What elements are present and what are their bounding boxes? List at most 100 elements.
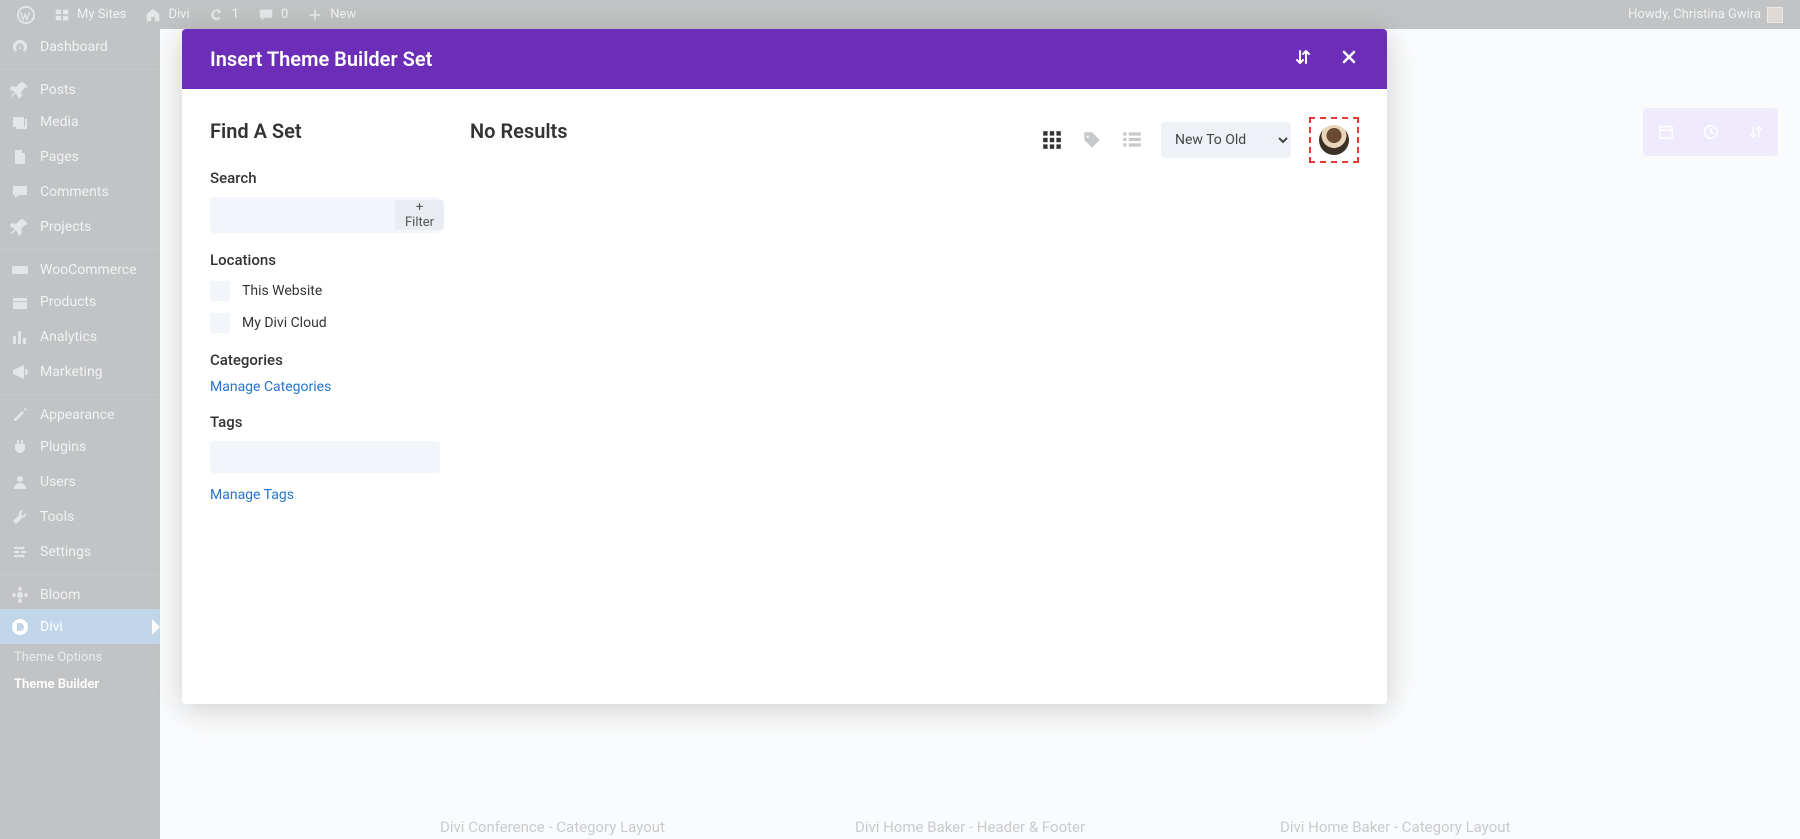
menu-projects[interactable]: Projects: [0, 209, 160, 244]
tag-icon: [1081, 129, 1103, 151]
home-icon: [144, 6, 162, 24]
menu-products[interactable]: Products: [0, 284, 160, 319]
comments[interactable]: 0: [248, 0, 297, 29]
menu-posts[interactable]: Posts: [0, 69, 160, 104]
bg-card-title: Divi Conference - Category Layout: [440, 818, 665, 836]
checkbox[interactable]: [210, 281, 230, 301]
howdy-text: Howdy, Christina Gwira: [1628, 7, 1761, 22]
updates[interactable]: 1: [199, 0, 248, 29]
insert-set-modal: Insert Theme Builder Set Find A Set Sear…: [182, 29, 1387, 704]
divi-icon: [10, 617, 30, 637]
menu-woocommerce[interactable]: WooCommerce: [0, 249, 160, 284]
admin-sidebar: Dashboard Posts Media Pages Comments Pro…: [0, 29, 160, 839]
tag-view-button[interactable]: [1081, 129, 1103, 151]
sort-button[interactable]: [1293, 47, 1313, 71]
manage-tags-link[interactable]: Manage Tags: [210, 487, 440, 503]
comments-count: 0: [281, 7, 288, 22]
tags-input[interactable]: [210, 441, 440, 473]
list-view-button[interactable]: [1121, 129, 1143, 151]
sort-icon: [1747, 123, 1765, 141]
menu-analytics[interactable]: Analytics: [0, 319, 160, 354]
menu-tools[interactable]: Tools: [0, 499, 160, 534]
submenu-label: Theme Options: [14, 650, 102, 665]
sort-select[interactable]: New To Old: [1161, 122, 1291, 158]
menu-marketing[interactable]: Marketing: [0, 354, 160, 389]
updates-count: 1: [232, 7, 239, 22]
plugins-icon: [10, 437, 30, 457]
menu-label: Dashboard: [40, 39, 108, 55]
site-name-label: Divi: [168, 7, 189, 22]
menu-label: Projects: [40, 219, 91, 235]
find-panel: Find A Set Search + Filter Locations Thi…: [210, 119, 440, 674]
menu-label: Plugins: [40, 439, 86, 455]
menu-bloom[interactable]: Bloom: [0, 574, 160, 609]
checkbox[interactable]: [210, 313, 230, 333]
filter-button[interactable]: + Filter: [395, 200, 444, 230]
manage-categories-link[interactable]: Manage Categories: [210, 379, 440, 395]
location-label: This Website: [242, 283, 322, 299]
menu-settings[interactable]: Settings: [0, 534, 160, 569]
woo-icon: [10, 260, 30, 280]
menu-pages[interactable]: Pages: [0, 139, 160, 174]
modal-header: Insert Theme Builder Set: [182, 29, 1387, 89]
grid-view-button[interactable]: [1041, 129, 1063, 151]
appearance-icon: [10, 405, 30, 425]
search-group: + Filter: [210, 197, 440, 233]
media-icon: [10, 112, 30, 132]
users-icon: [10, 472, 30, 492]
menu-media[interactable]: Media: [0, 104, 160, 139]
avatar: [1767, 7, 1783, 23]
pin-icon: [10, 217, 30, 237]
bg-card-title: Divi Home Baker - Category Layout: [1280, 818, 1510, 836]
submenu-theme-builder[interactable]: Theme Builder: [0, 671, 160, 698]
clock-icon: [1702, 123, 1720, 141]
tools-icon: [10, 507, 30, 527]
calendar-icon: [1657, 123, 1675, 141]
menu-label: Marketing: [40, 364, 103, 380]
menu-label: Analytics: [40, 329, 97, 345]
new-content[interactable]: New: [297, 0, 365, 29]
toolbar-box: [1643, 108, 1778, 156]
location-option[interactable]: This Website: [210, 281, 440, 301]
menu-label: Posts: [40, 82, 76, 98]
pin-icon: [10, 80, 30, 100]
modal-title: Insert Theme Builder Set: [210, 47, 432, 71]
user-avatar: [1319, 125, 1349, 155]
close-button[interactable]: [1339, 47, 1359, 71]
site-name[interactable]: Divi: [135, 0, 198, 29]
account-avatar-highlight[interactable]: [1309, 117, 1359, 163]
account[interactable]: Howdy, Christina Gwira: [1619, 0, 1792, 29]
menu-dashboard[interactable]: Dashboard: [0, 29, 160, 64]
menu-comments[interactable]: Comments: [0, 174, 160, 209]
admin-bar: My Sites Divi 1 0 New Howdy, Christina G…: [0, 0, 1800, 29]
menu-label: Settings: [40, 544, 91, 560]
new-label: New: [330, 7, 356, 22]
menu-label: Appearance: [40, 407, 114, 423]
menu-divi[interactable]: Divi: [0, 609, 160, 644]
menu-label: Divi: [40, 619, 63, 635]
menu-users[interactable]: Users: [0, 464, 160, 499]
my-sites[interactable]: My Sites: [44, 0, 135, 29]
modal-body: Find A Set Search + Filter Locations Thi…: [182, 89, 1387, 704]
dashboard-icon: [10, 37, 30, 57]
menu-plugins[interactable]: Plugins: [0, 429, 160, 464]
menu-label: Users: [40, 474, 76, 490]
marketing-icon: [10, 362, 30, 382]
results-toolbar: New To Old: [1041, 117, 1359, 163]
results-panel: No Results New To Old: [440, 119, 1359, 674]
analytics-icon: [10, 327, 30, 347]
search-input[interactable]: [213, 208, 395, 223]
menu-appearance[interactable]: Appearance: [0, 394, 160, 429]
location-label: My Divi Cloud: [242, 315, 327, 331]
submenu-theme-options[interactable]: Theme Options: [0, 644, 160, 671]
updates-icon: [208, 6, 226, 24]
menu-label: Bloom: [40, 587, 80, 603]
wordpress-icon: [17, 6, 35, 24]
pages-icon: [10, 147, 30, 167]
location-option[interactable]: My Divi Cloud: [210, 313, 440, 333]
network-icon: [53, 6, 71, 24]
settings-icon: [10, 542, 30, 562]
menu-label: Tools: [40, 509, 74, 525]
locations-label: Locations: [210, 251, 440, 269]
wp-logo[interactable]: [8, 0, 44, 29]
